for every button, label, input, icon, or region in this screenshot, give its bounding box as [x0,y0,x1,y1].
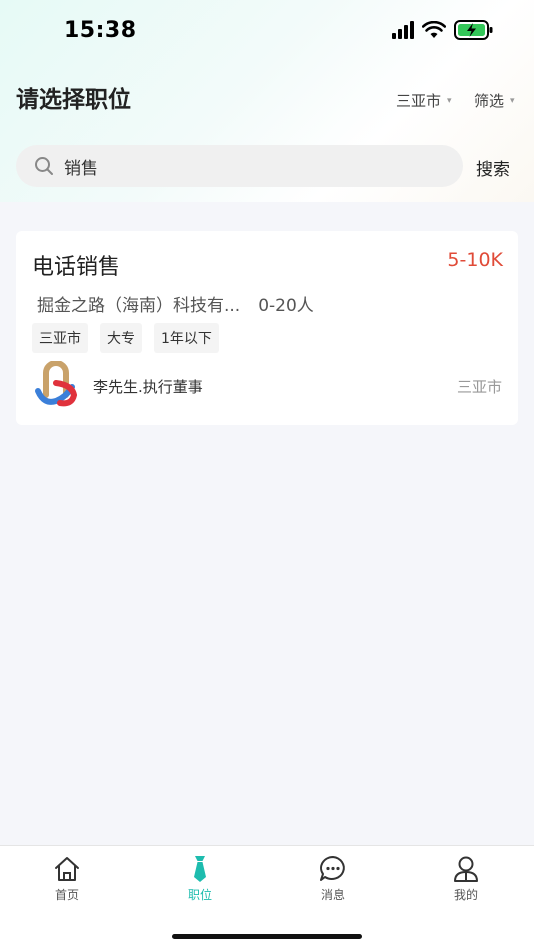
signal-icon [392,21,414,39]
status-bar: 15:38 [0,0,534,64]
job-salary: 5-10K [447,249,503,271]
caret-down-icon: ▾ [510,95,515,106]
city-filter-label: 三亚市 [396,92,442,110]
wifi-icon [422,21,446,38]
job-card[interactable]: 电话销售 5-10K 掘金之路（海南）科技有... 0-20人 三亚市 大专 1… [16,231,518,425]
tab-messages[interactable]: 消息 [303,854,363,903]
job-tag: 1年以下 [154,323,219,353]
page-title: 请选择职位 [16,87,131,113]
filter-button[interactable]: 筛选 ▾ [474,90,515,111]
company-line: 掘金之路（海南）科技有... 0-20人 [37,291,314,316]
tab-label: 消息 [320,888,345,902]
tab-label: 我的 [453,888,478,902]
home-icon [55,857,79,881]
search-button[interactable]: 搜索 [476,155,510,180]
tab-jobs[interactable]: 职位 [170,854,230,903]
home-indicator [172,934,362,939]
tab-profile[interactable]: 我的 [436,854,496,903]
tab-home[interactable]: 首页 [37,854,97,903]
search-row: 搜索 [0,145,534,188]
company-name: 掘金之路（海南）科技有... [37,296,241,316]
job-city: 三亚市 [456,378,502,396]
tab-label: 职位 [187,888,212,902]
battery-charging-icon [454,20,493,40]
company-logo [35,361,78,407]
tie-icon [194,856,206,882]
search-input[interactable] [64,156,424,176]
search-box[interactable] [16,145,463,187]
page-header: 请选择职位 三亚市 ▾ 筛选 ▾ [0,70,534,126]
caret-down-icon: ▾ [447,95,452,106]
user-icon [454,856,478,882]
company-size: 0-20人 [258,296,314,316]
job-tag: 大专 [100,323,142,353]
search-icon [35,157,53,175]
tab-label: 首页 [54,888,79,902]
filter-label: 筛选 [474,92,505,110]
job-tags: 三亚市 大专 1年以下 [32,323,219,353]
status-time: 15:38 [64,18,137,43]
recruiter-name: 李先生.执行董事 [93,378,203,396]
city-filter-button[interactable]: 三亚市 ▾ [396,90,452,111]
recruiter-row: 李先生.执行董事 三亚市 [32,361,502,411]
job-tag: 三亚市 [32,323,88,353]
chat-icon [320,856,345,881]
status-icons [392,20,494,40]
job-title: 电话销售 [32,255,121,280]
